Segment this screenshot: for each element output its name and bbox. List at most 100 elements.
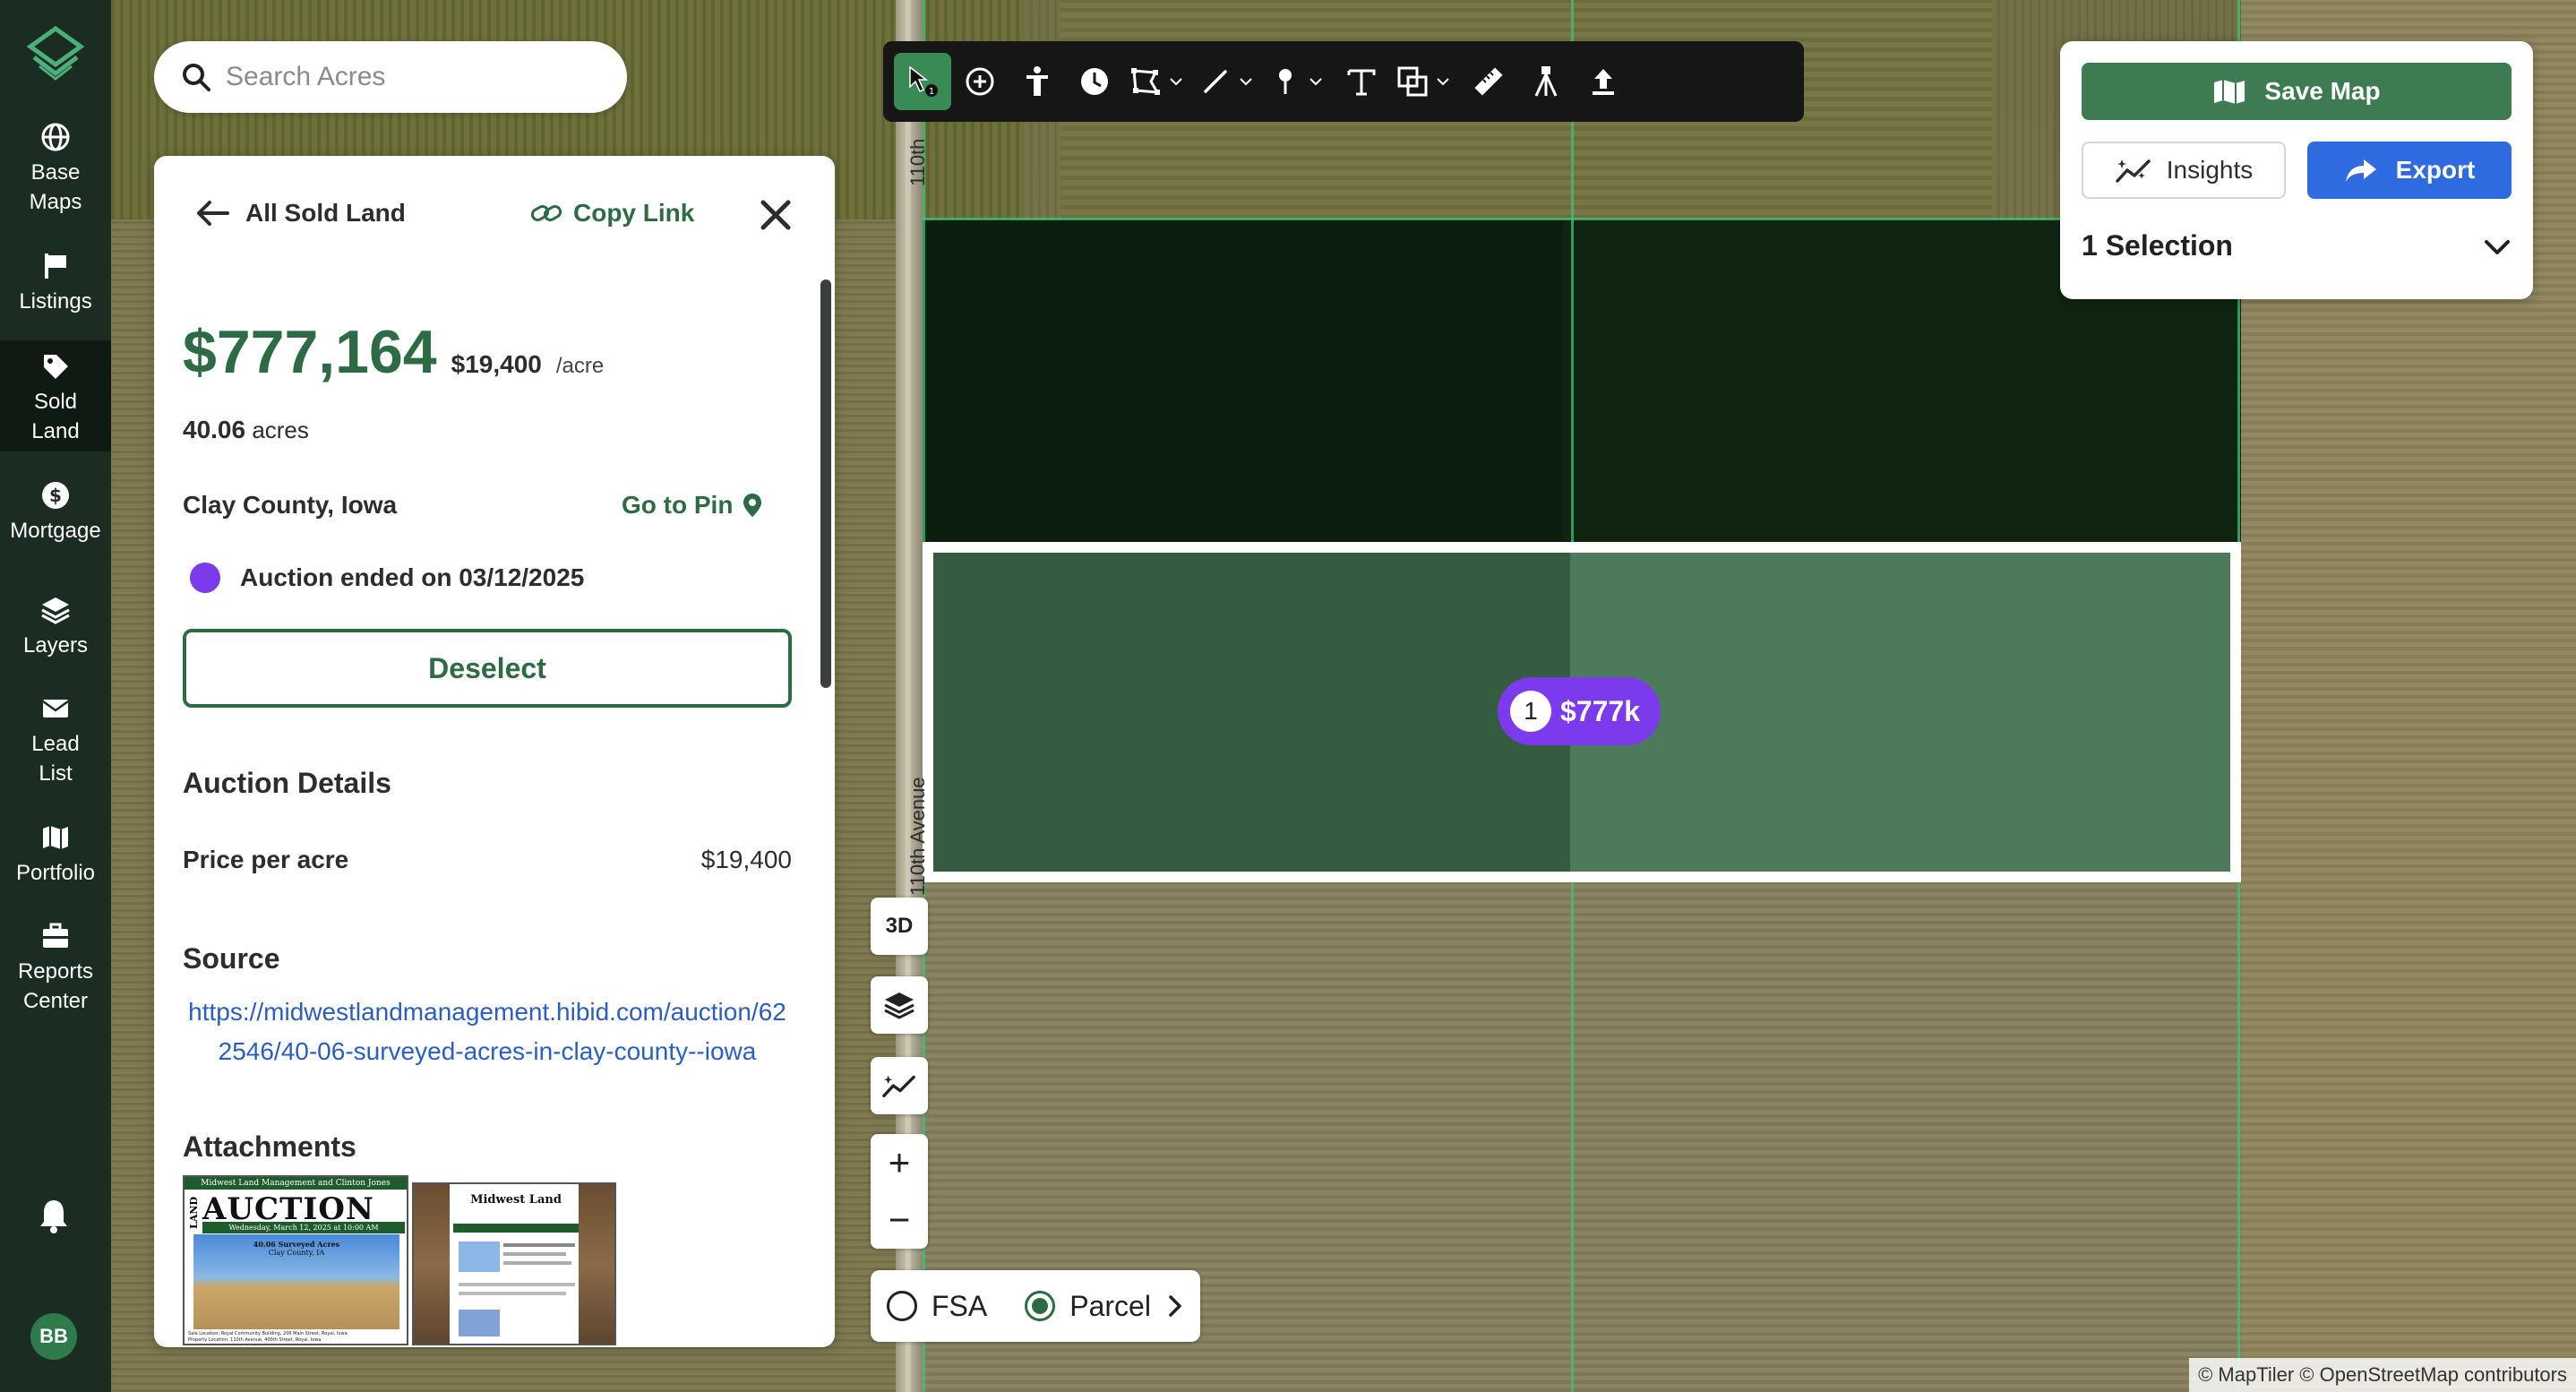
close-icon[interactable]	[756, 195, 795, 235]
ruler-icon	[1474, 67, 1503, 96]
dollar-icon: $	[42, 482, 69, 509]
attachment2-image	[459, 1310, 500, 1336]
save-map-label: Save Map	[2264, 77, 2381, 105]
add-point-tool[interactable]	[951, 53, 1009, 110]
insights-icon	[2116, 159, 2151, 183]
price-pin[interactable]: 1 $777k	[1498, 677, 1661, 745]
attachment-thumbnail[interactable]: Midwest Land	[412, 1182, 616, 1345]
parcel-half-right	[1570, 553, 2230, 872]
plus-circle-icon	[966, 67, 994, 96]
nav-item-reports-center[interactable]: Reports Center	[0, 921, 111, 1025]
layers-icon	[41, 597, 70, 624]
chevron-down-icon[interactable]	[2481, 231, 2513, 263]
bell-icon[interactable]	[36, 1197, 72, 1234]
attachment2-text	[503, 1252, 566, 1256]
attachment2-image	[459, 1242, 500, 1272]
attachment1-side: LAND	[188, 1197, 200, 1229]
insights-icon	[882, 1075, 915, 1098]
attachment2-bar	[453, 1224, 579, 1233]
insights-map-button[interactable]	[871, 1057, 928, 1114]
nav-label: Center	[22, 989, 89, 1013]
selection-count[interactable]: 1 Selection	[2082, 229, 2233, 262]
copy-link-button[interactable]: Copy Link	[530, 199, 694, 228]
parcel-half-left	[933, 553, 1570, 872]
price-per-acre-label: Price per acre	[183, 846, 349, 873]
line-tool[interactable]	[1193, 53, 1238, 110]
acres-unit: acres	[252, 417, 309, 443]
flag-icon	[45, 253, 66, 279]
zoom-out-button[interactable]: −	[871, 1191, 928, 1249]
go-to-pin-button[interactable]: Go to Pin	[622, 491, 763, 520]
zoom-in-button[interactable]: +	[871, 1134, 928, 1191]
insights-button[interactable]: Insights	[2082, 142, 2286, 199]
nav-item-sold-land[interactable]: Sold Land	[0, 340, 111, 451]
upload-icon	[1593, 69, 1614, 95]
chevron-down-icon	[1240, 78, 1252, 86]
nav-item-mortgage[interactable]: $ Mortgage	[0, 480, 111, 552]
attachment-thumbnail[interactable]: Midwest Land Management and Clinton Jone…	[183, 1175, 408, 1345]
layers-button[interactable]	[871, 976, 928, 1034]
shape-tool[interactable]	[1390, 53, 1435, 110]
marker-dropdown[interactable]	[1308, 53, 1333, 110]
left-nav: Base Maps Listings Sold Land $ Mortgage …	[0, 0, 111, 1392]
nav-item-layers[interactable]: Layers	[0, 595, 111, 666]
upload-tool[interactable]	[1575, 53, 1632, 110]
per-acre-unit: /acre	[555, 354, 605, 378]
export-button[interactable]: Export	[2307, 142, 2512, 199]
search-input[interactable]	[226, 62, 602, 92]
polygon-dropdown[interactable]	[1168, 53, 1193, 110]
svg-text:1: 1	[929, 87, 934, 97]
nav-label: Maps	[29, 190, 82, 214]
sale-price: $777,164	[183, 318, 437, 386]
chevron-right-icon[interactable]	[1165, 1293, 1185, 1319]
attachments-list: Midwest Land Management and Clinton Jone…	[183, 1175, 631, 1345]
text-tool[interactable]	[1333, 53, 1390, 110]
parcel-boundary	[923, 218, 2241, 220]
person-tool[interactable]	[1009, 53, 1066, 110]
app-logo-icon[interactable]	[27, 25, 84, 86]
panel-scrollbar[interactable]	[820, 279, 831, 688]
fsa-label[interactable]: FSA	[932, 1290, 987, 1323]
back-label: All Sold Land	[245, 199, 406, 227]
acres-value: 40.06	[183, 416, 246, 443]
attachment1-line2: Clay County, IA	[268, 1249, 325, 1257]
auction-status-text: Auction ended on 03/12/2025	[240, 563, 585, 591]
tripod-icon	[1534, 66, 1558, 97]
attachment2-text	[459, 1283, 575, 1286]
avatar[interactable]: BB	[30, 1313, 77, 1360]
parcel-label[interactable]: Parcel	[1069, 1290, 1151, 1323]
search-bar[interactable]	[154, 41, 627, 113]
nav-item-base-maps[interactable]: Base Maps	[0, 122, 111, 226]
county: Clay County, Iowa	[183, 491, 398, 519]
back-to-all-sold-land[interactable]: All Sold Land	[195, 199, 406, 228]
select-tool[interactable]: 1	[894, 53, 951, 110]
attachment2-title: Midwest Land	[470, 1193, 562, 1207]
line-icon	[1204, 70, 1227, 93]
survey-tool[interactable]	[1517, 53, 1575, 110]
shape-dropdown[interactable]	[1435, 53, 1460, 110]
map-pin-icon	[743, 494, 762, 517]
nav-item-portfolio[interactable]: Portfolio	[0, 822, 111, 894]
fsa-radio[interactable]	[887, 1291, 917, 1321]
nav-label: Listings	[19, 289, 92, 314]
nav-item-listings[interactable]: Listings	[0, 251, 111, 322]
deselect-button[interactable]: Deselect	[183, 629, 792, 708]
nav-label: Land	[31, 419, 80, 443]
pin-icon	[1279, 69, 1292, 94]
pin-price: $777k	[1560, 694, 1640, 727]
copy-link-label: Copy Link	[573, 199, 695, 227]
line-dropdown[interactable]	[1238, 53, 1263, 110]
measure-tool[interactable]	[1460, 53, 1517, 110]
polygon-tool[interactable]	[1123, 53, 1168, 110]
attachment2-photo-right	[579, 1184, 614, 1344]
history-tool[interactable]	[1066, 53, 1123, 110]
road-label: 110th Avenue	[906, 777, 929, 896]
source-link[interactable]: https://midwestlandmanagement.hibid.com/…	[183, 992, 792, 1071]
nav-item-lead-list[interactable]: Lead List	[0, 693, 111, 797]
attachment2-photo-left	[414, 1184, 450, 1344]
clock-icon	[1081, 68, 1108, 95]
parcel-radio[interactable]	[1025, 1291, 1056, 1321]
save-map-button[interactable]: Save Map	[2082, 63, 2512, 120]
3d-toggle-button[interactable]: 3D	[871, 898, 928, 955]
marker-tool[interactable]	[1263, 53, 1308, 110]
